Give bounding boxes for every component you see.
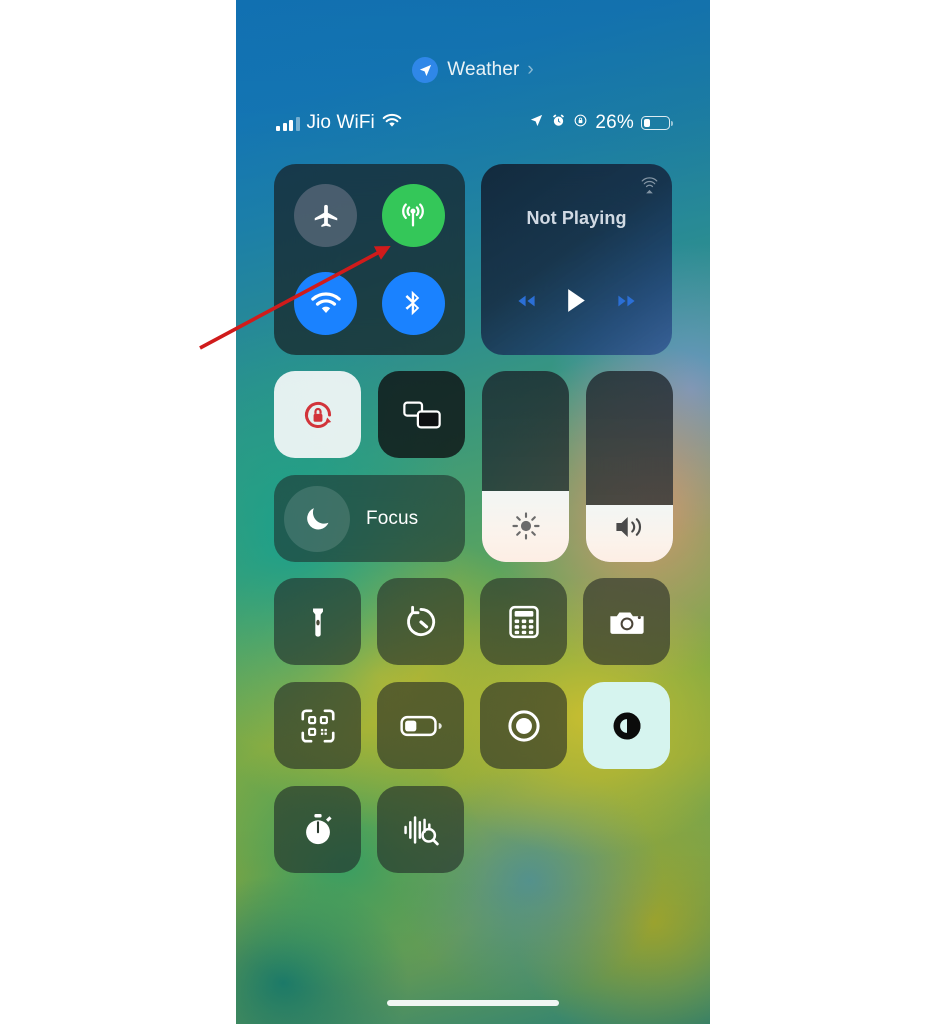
brightness-slider[interactable] [482,371,569,562]
media-title: Not Playing [526,208,627,228]
timer-tile[interactable] [377,578,464,665]
wifi-icon [382,113,402,133]
sound-recognition-tile[interactable] [377,786,464,873]
airplane-mode-button[interactable] [294,184,358,248]
flashlight-tile[interactable] [274,578,361,665]
battery-percent-label: 26% [595,112,634,133]
focus-label: Focus [366,507,419,529]
phone-screen: Weather › Jio WiFi 26% Not Playing Focus [236,0,710,1024]
rotation-lock-tile[interactable] [274,371,361,458]
qr-scanner-tile[interactable] [274,682,361,769]
home-indicator[interactable] [387,1000,559,1006]
airplay-audio-icon[interactable] [640,176,659,200]
screen-mirroring-tile[interactable] [378,371,465,458]
stopwatch-tile[interactable] [274,786,361,873]
location-arrow-icon [529,113,544,133]
rewind-button[interactable] [513,291,540,316]
dark-mode-tile[interactable] [583,682,670,769]
connectivity-module [274,164,465,355]
low-power-mode-tile[interactable] [377,682,464,769]
status-bar: Jio WiFi 26% [236,108,710,138]
rotation-lock-icon [573,113,588,133]
weather-label: Weather [447,59,520,80]
bluetooth-button[interactable] [381,271,445,335]
brightness-sun-icon [482,510,569,542]
cellular-data-button[interactable] [381,184,445,248]
screen-recording-tile[interactable] [480,682,567,769]
alarm-clock-icon [551,113,566,133]
battery-icon [641,116,673,130]
speaker-waves-icon [586,512,673,542]
camera-tile[interactable] [583,578,670,665]
cellular-bars-icon [276,116,300,131]
fast-forward-button[interactable] [613,291,640,316]
play-button[interactable] [565,287,588,319]
control-center: Not Playing Focus [274,164,673,873]
weather-widget-link[interactable]: Weather › [236,57,710,83]
focus-tile[interactable]: Focus [274,475,465,562]
wifi-button[interactable] [294,271,358,335]
volume-slider[interactable] [586,371,673,562]
moon-icon [284,485,350,552]
calculator-tile[interactable] [480,578,567,665]
carrier-label: Jio WiFi [306,112,375,133]
location-arrow-icon [412,57,439,83]
chevron-right-icon: › [527,59,534,80]
media-player-module[interactable]: Not Playing [481,164,672,355]
